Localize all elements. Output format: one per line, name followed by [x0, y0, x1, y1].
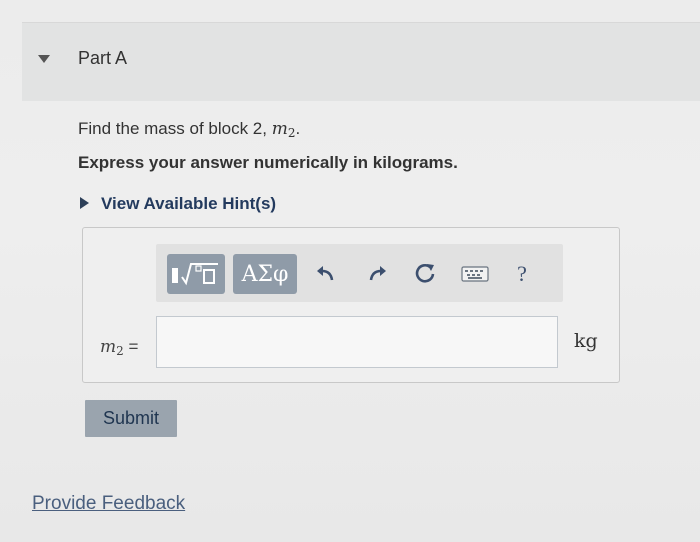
help-icon: ? — [517, 261, 527, 286]
templates-icon — [172, 263, 218, 286]
question-prompt: Find the mass of block 2, m2. — [78, 119, 300, 140]
redo-button[interactable] — [366, 258, 388, 290]
redo-icon — [369, 266, 386, 281]
answer-variable-label: m2 = — [100, 337, 139, 358]
prompt-text: Find the mass of block 2, — [78, 119, 267, 138]
collapse-caret-icon[interactable] — [38, 55, 50, 63]
part-title[interactable]: Part A — [78, 48, 127, 69]
answer-input[interactable] — [156, 316, 558, 368]
hint-expand-icon[interactable] — [80, 197, 89, 209]
submit-button[interactable]: Submit — [85, 400, 177, 437]
answer-instruction: Express your answer numerically in kilog… — [78, 153, 458, 172]
undo-icon — [317, 266, 334, 281]
reset-button[interactable] — [412, 258, 438, 290]
templates-button[interactable] — [167, 254, 225, 294]
greek-symbols-icon: ΑΣφ — [241, 261, 289, 287]
undo-button[interactable] — [315, 258, 337, 290]
variable-m2: m2 — [271, 119, 296, 140]
view-hints-link[interactable]: View Available Hint(s) — [101, 194, 276, 214]
keyboard-icon — [461, 266, 489, 282]
prompt-period: . — [295, 119, 301, 138]
greek-symbols-button[interactable]: ΑΣφ — [233, 254, 297, 294]
unit-label: kg — [574, 330, 598, 352]
page: Part A Find the mass of block 2, m2. Exp… — [0, 0, 700, 542]
help-button[interactable]: ? — [512, 258, 532, 290]
keyboard-button[interactable] — [461, 258, 489, 290]
provide-feedback-link[interactable]: Provide Feedback — [32, 493, 185, 515]
reset-icon — [415, 264, 435, 283]
